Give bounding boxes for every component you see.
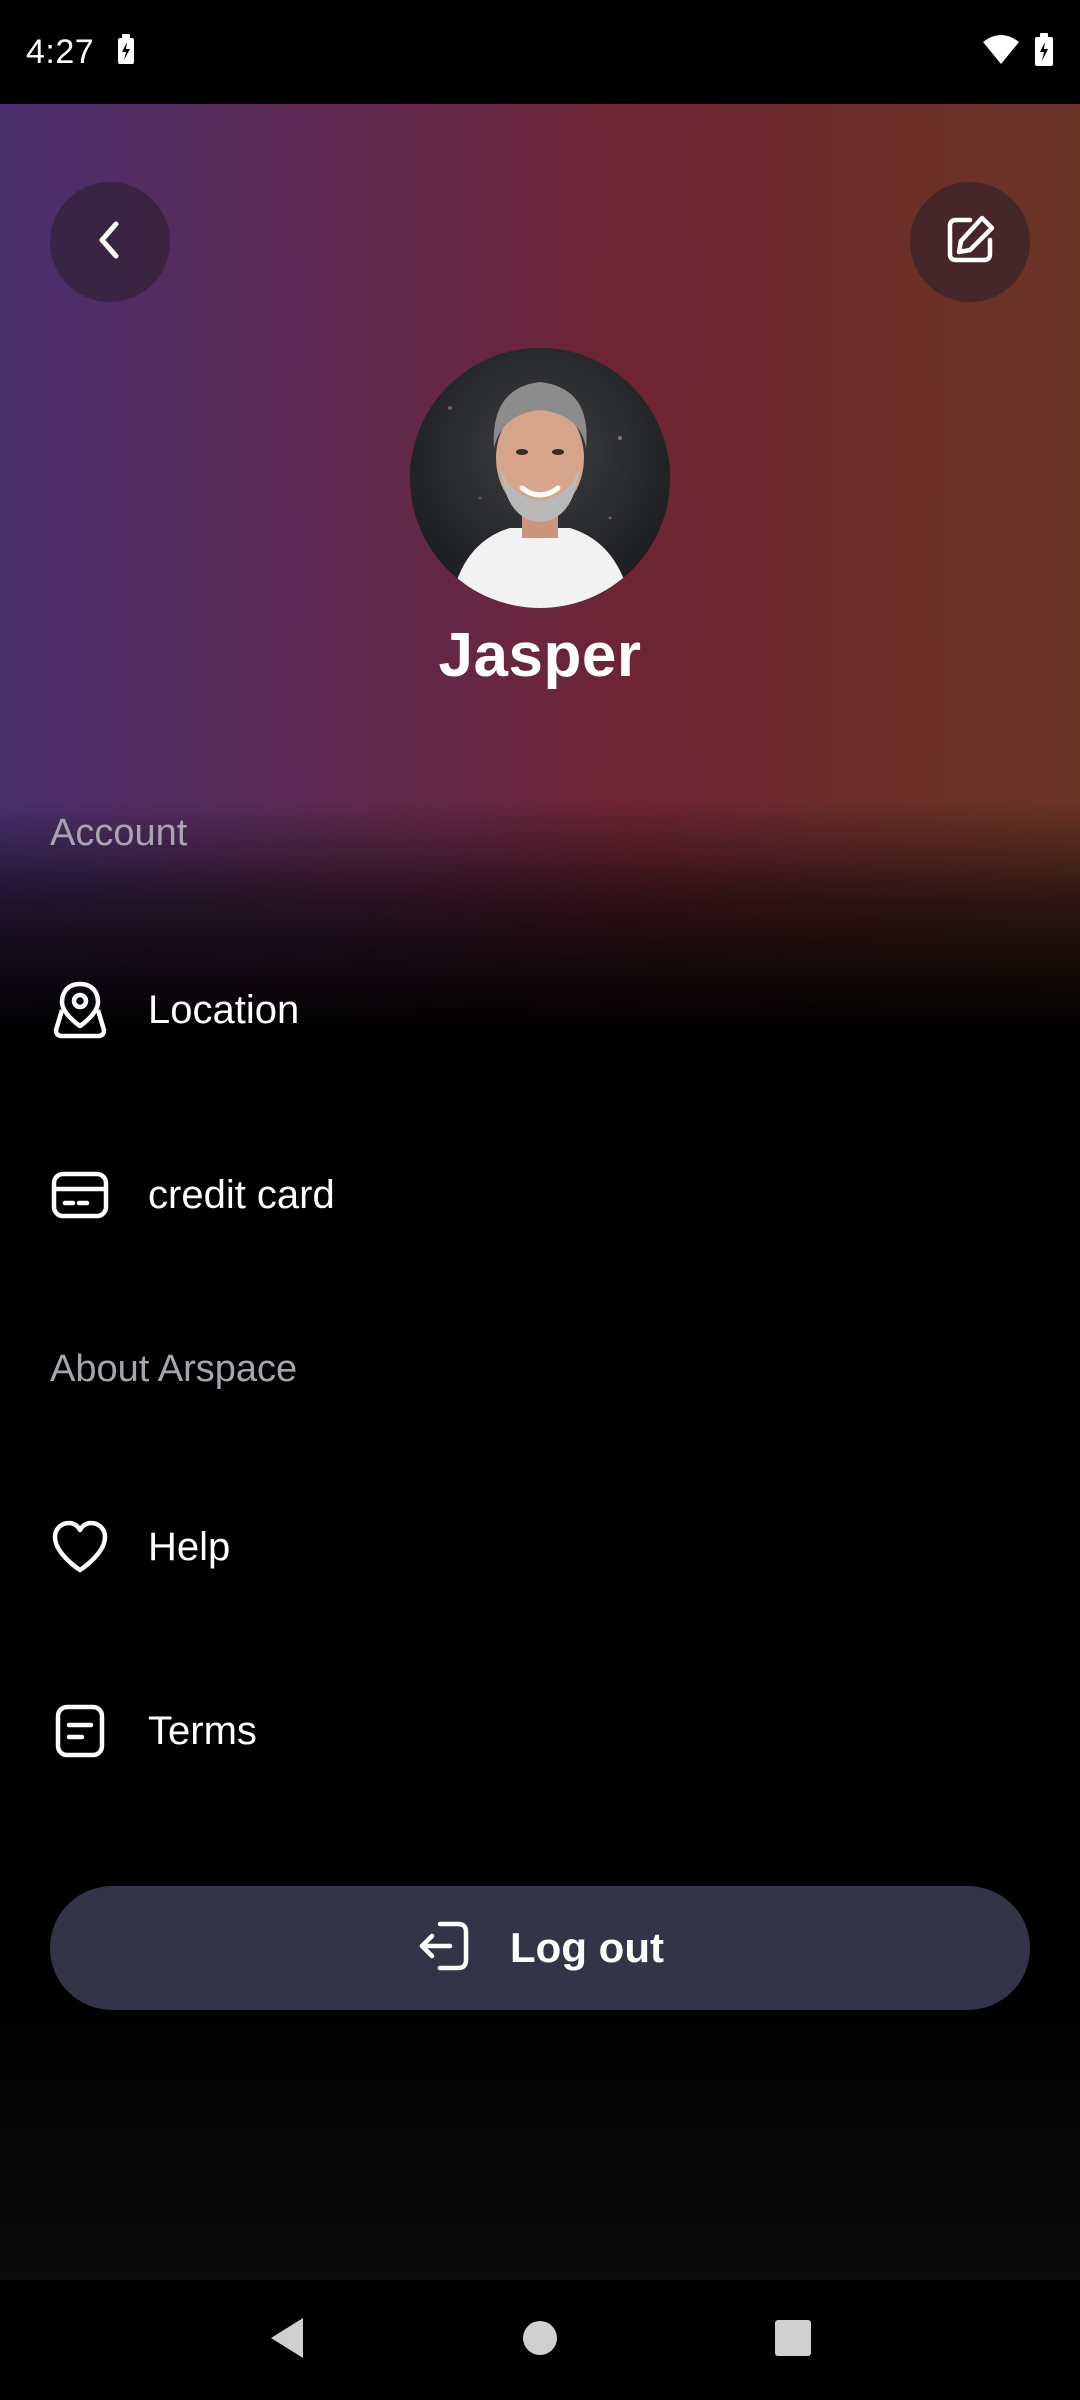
nav-recents-button[interactable] [753,2300,833,2380]
bottom-fade [0,1990,1080,2280]
nav-back-button[interactable] [247,2300,327,2380]
menu-item-label: Location [148,987,300,1032]
credit-card-icon [50,1165,110,1225]
chevron-left-icon [90,216,130,269]
menu-item-label: Terms [148,1708,257,1753]
section-account-label: Account [50,812,188,854]
status-bar: 4:27 [0,0,1080,104]
edit-icon [940,210,1000,275]
square-recents-icon [774,2319,812,2362]
location-icon [50,980,110,1040]
nav-home-button[interactable] [500,2300,580,2380]
status-time: 4:27 [26,32,95,71]
back-button[interactable] [50,182,170,302]
section-about-label: About Arspace [50,1348,298,1390]
logout-icon [416,1918,472,1979]
profile-screen: 4:27 Jasper Account Location credit card… [0,0,1080,2400]
edit-profile-button[interactable] [910,182,1030,302]
circle-home-icon [521,2319,559,2362]
wifi-icon [982,34,1020,71]
menu-item-location[interactable]: Location [50,955,1030,1065]
menu-item-terms[interactable]: Terms [50,1676,1030,1786]
battery-saver-icon [116,33,136,71]
menu-item-help[interactable]: Help [50,1492,1030,1602]
document-icon [50,1701,110,1761]
battery-icon [1034,32,1054,72]
menu-item-label: credit card [148,1172,335,1217]
profile-name: Jasper [438,621,642,690]
heart-icon [50,1517,110,1577]
triangle-back-icon [267,2316,307,2365]
avatar-portrait [410,348,670,608]
menu-item-credit-card[interactable]: credit card [50,1140,1030,1250]
logout-label: Log out [510,1924,664,1971]
menu-item-label: Help [148,1524,231,1569]
system-nav-bar [0,2280,1080,2400]
avatar[interactable] [410,348,670,608]
logout-button[interactable]: Log out [50,1886,1030,2010]
